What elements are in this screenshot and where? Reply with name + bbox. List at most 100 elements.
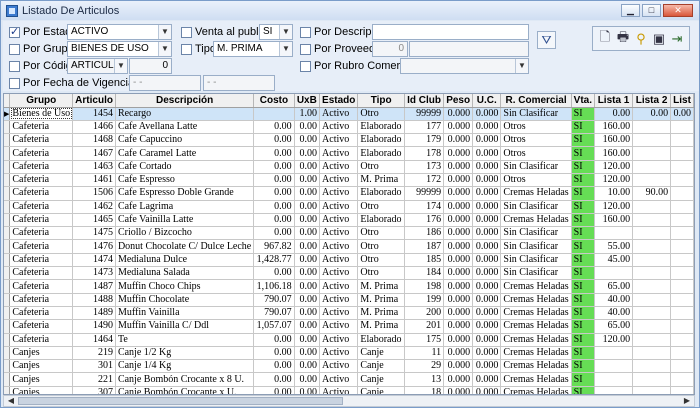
table-cell[interactable]: Muffin Chocolate: [115, 293, 255, 307]
table-cell[interactable]: 200: [404, 306, 445, 321]
table-cell[interactable]: Cafeteria: [9, 266, 74, 281]
table-cell[interactable]: 0.00: [294, 160, 321, 174]
table-cell[interactable]: Elaborado: [357, 186, 405, 201]
table-cell[interactable]: Canje 1/2 Kg: [115, 346, 255, 361]
table-row[interactable]: Cafeteria 1467 Cafe Caramel Latte 0.00 0.00 A…: [4, 146, 694, 161]
table-cell[interactable]: 0.00: [294, 372, 321, 387]
proveedor-code-input[interactable]: 0: [372, 41, 408, 57]
table-cell[interactable]: SI: [571, 160, 596, 174]
table-cell[interactable]: 160.00: [594, 146, 634, 161]
scroll-left-icon[interactable]: ◀: [5, 396, 17, 406]
table-cell[interactable]: 0.000: [472, 226, 502, 241]
table-cell[interactable]: 185: [404, 253, 445, 268]
column-header[interactable]: Lista 2: [632, 94, 672, 108]
table-cell[interactable]: 0.000: [443, 279, 474, 294]
table-cell[interactable]: Cafeteria: [9, 186, 74, 201]
table-cell[interactable]: 0.00: [294, 120, 321, 135]
table-cell[interactable]: 0.000: [472, 319, 502, 334]
table-cell[interactable]: 1465: [72, 213, 116, 228]
search-icon[interactable]: ⚲: [632, 30, 650, 48]
table-cell[interactable]: 1474: [72, 253, 116, 268]
table-cell[interactable]: 0.00: [253, 386, 295, 394]
table-row[interactable]: Cafeteria 1461 Cafe Espresso 0.00 0.00 Activo…: [4, 173, 694, 188]
table-cell[interactable]: M. Prima: [357, 293, 405, 307]
table-cell[interactable]: Activo: [319, 226, 359, 241]
column-header[interactable]: Grupo: [9, 94, 74, 108]
table-cell[interactable]: [670, 120, 694, 135]
table-cell[interactable]: Cremas Heladas: [500, 372, 572, 387]
table-cell[interactable]: Cafeteria: [9, 146, 74, 161]
table-cell[interactable]: 1468: [72, 133, 116, 148]
table-cell[interactable]: 184: [404, 266, 445, 281]
table-row[interactable]: Cafeteria 1464 Te 0.00 0.00 Activo Elaborado 17…: [4, 333, 694, 347]
table-cell[interactable]: Sin Clasificar: [500, 253, 572, 268]
descrip-checkbox[interactable]: [300, 26, 311, 38]
table-cell[interactable]: 0.000: [472, 200, 502, 214]
table-cell[interactable]: Canjes: [9, 386, 74, 394]
table-cell[interactable]: 0.000: [472, 213, 502, 228]
table-cell[interactable]: 307: [72, 386, 116, 394]
table-cell[interactable]: M. Prima: [357, 173, 405, 188]
table-cell[interactable]: 0.00: [253, 186, 295, 201]
table-cell[interactable]: 199: [404, 293, 445, 307]
table-cell[interactable]: 0.000: [443, 306, 474, 321]
table-cell[interactable]: [670, 239, 694, 254]
table-cell[interactable]: [670, 213, 694, 228]
table-cell[interactable]: 0.00: [253, 359, 295, 374]
table-cell[interactable]: 65.00: [594, 319, 634, 334]
column-header[interactable]: Descripción: [115, 94, 255, 108]
table-cell[interactable]: 219: [72, 346, 116, 361]
table-cell[interactable]: 0.000: [472, 293, 502, 307]
table-cell[interactable]: [632, 133, 672, 148]
table-cell[interactable]: Otro: [357, 239, 405, 254]
table-cell[interactable]: Sin Clasificar: [500, 160, 572, 174]
table-cell[interactable]: Activo: [319, 239, 359, 254]
table-cell[interactable]: 967.82: [253, 239, 295, 254]
print-icon[interactable]: 🖶: [614, 29, 632, 48]
table-cell[interactable]: 178: [404, 146, 445, 161]
table-cell[interactable]: 99999: [404, 186, 445, 201]
table-cell[interactable]: 0.000: [472, 266, 502, 281]
table-cell[interactable]: [594, 386, 634, 394]
column-header[interactable]: List: [670, 94, 694, 108]
table-cell[interactable]: Activo: [319, 319, 359, 334]
table-cell[interactable]: 201: [404, 319, 445, 334]
table-cell[interactable]: 1462: [72, 200, 116, 214]
table-cell[interactable]: Activo: [319, 386, 359, 394]
table-cell[interactable]: 0.000: [472, 186, 502, 201]
table-cell[interactable]: Cremas Heladas: [500, 306, 572, 321]
table-cell[interactable]: 0.000: [443, 213, 474, 228]
grupo-select[interactable]: BIENES DE USO ▼: [67, 41, 172, 57]
table-cell[interactable]: Cremas Heladas: [500, 386, 572, 394]
table-cell[interactable]: 0.000: [443, 319, 474, 334]
table-cell[interactable]: 1475: [72, 226, 116, 241]
table-cell[interactable]: Cafe Espresso: [115, 173, 255, 188]
table-cell[interactable]: Canje: [357, 372, 405, 387]
table-cell[interactable]: 1489: [72, 306, 116, 321]
table-cell[interactable]: [632, 120, 672, 135]
table-cell[interactable]: 1,106.18: [253, 279, 295, 294]
table-cell[interactable]: 1.00: [294, 107, 321, 121]
table-cell[interactable]: 0.000: [443, 133, 474, 148]
column-header[interactable]: Peso: [443, 94, 474, 108]
column-header[interactable]: R. Comercial: [500, 94, 572, 108]
table-cell[interactable]: 0.000: [443, 386, 474, 394]
table-cell[interactable]: Elaborado: [357, 146, 405, 161]
table-cell[interactable]: Donut Chocolate C/ Dulce Leche: [115, 239, 255, 254]
table-cell[interactable]: Activo: [319, 213, 359, 228]
table-cell[interactable]: [632, 200, 672, 214]
table-cell[interactable]: Cafeteria: [9, 133, 74, 148]
table-row[interactable]: Cafeteria 1475 Criollo / Bizcocho 0.00 0.00 A…: [4, 226, 694, 241]
table-cell[interactable]: 0.00: [294, 226, 321, 241]
table-cell[interactable]: Otro: [357, 226, 405, 241]
table-cell[interactable]: Activo: [319, 173, 359, 188]
table-cell[interactable]: 0.00: [294, 146, 321, 161]
table-cell[interactable]: [670, 200, 694, 214]
table-cell[interactable]: 160.00: [594, 120, 634, 135]
table-cell[interactable]: 120.00: [594, 200, 634, 214]
horizontal-scrollbar[interactable]: ◀ ▶: [3, 395, 695, 407]
table-cell[interactable]: 1461: [72, 173, 116, 188]
table-cell[interactable]: Canje: [357, 359, 405, 374]
table-cell[interactable]: Sin Clasificar: [500, 239, 572, 254]
table-cell[interactable]: 40.00: [594, 293, 634, 307]
